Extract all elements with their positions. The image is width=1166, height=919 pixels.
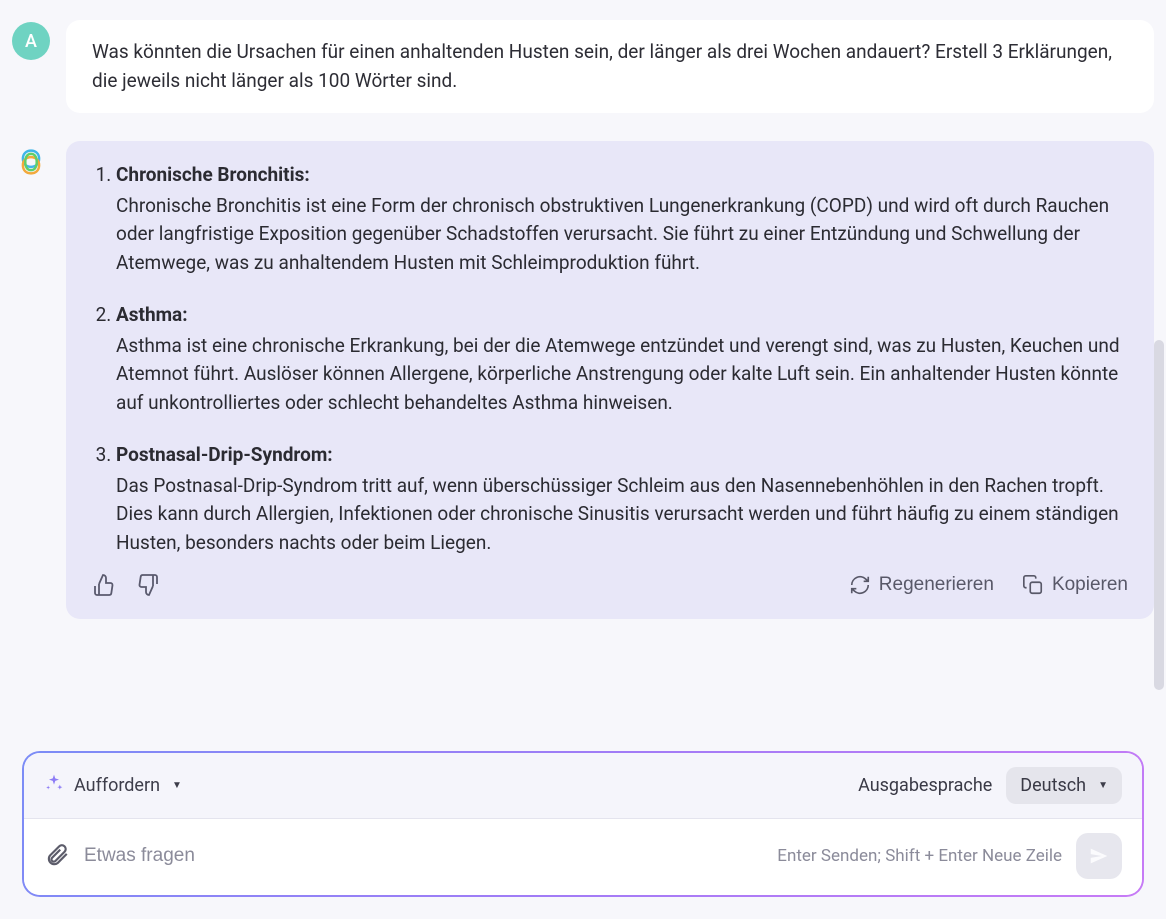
attach-button[interactable] <box>44 842 70 871</box>
answer-body: Chronische Bronchitis ist eine Form der … <box>116 192 1128 278</box>
answer-body: Das Postnasal-Drip-Syndrom tritt auf, we… <box>116 472 1128 558</box>
input-top-bar: Auffordern ▼ Ausgabesprache Deutsch ▼ <box>24 753 1142 819</box>
answer-item: Postnasal-Drip-Syndrom: Das Postnasal-Dr… <box>116 441 1128 557</box>
input-panel: Auffordern ▼ Ausgabesprache Deutsch ▼ En… <box>22 751 1144 897</box>
thumbs-down-button[interactable] <box>136 573 160 597</box>
assistant-message-row: Chronische Bronchitis: Chronische Bronch… <box>12 141 1154 619</box>
right-actions: Regenerieren Kopieren <box>849 574 1128 596</box>
user-message-row: A Was könnten die Ursachen für einen anh… <box>12 20 1154 113</box>
mode-selector[interactable]: Auffordern ▼ <box>44 773 182 798</box>
send-button[interactable] <box>1076 833 1122 879</box>
mode-label: Auffordern <box>74 775 160 796</box>
chevron-down-icon: ▼ <box>1098 780 1108 791</box>
paperclip-icon <box>44 842 70 868</box>
chevron-down-icon: ▼ <box>172 780 182 791</box>
answer-title: Postnasal-Drip-Syndrom: <box>116 443 333 466</box>
copy-label: Kopieren <box>1052 574 1128 596</box>
thumbs-up-button[interactable] <box>92 573 116 597</box>
chat-input[interactable] <box>84 845 763 867</box>
thumbs-down-icon <box>136 573 160 597</box>
regenerate-icon <box>849 574 871 596</box>
bot-logo-icon <box>18 149 44 175</box>
user-avatar: A <box>12 22 50 60</box>
assistant-action-row: Regenerieren Kopieren <box>92 573 1128 597</box>
input-hint: Enter Senden; Shift + Enter Neue Zeile <box>777 846 1062 866</box>
assistant-avatar <box>12 143 50 181</box>
answer-list: Chronische Bronchitis: Chronische Bronch… <box>92 161 1128 557</box>
answer-item: Chronische Bronchitis: Chronische Bronch… <box>116 161 1128 277</box>
output-language-select[interactable]: Deutsch ▼ <box>1006 767 1122 804</box>
send-icon <box>1088 845 1110 867</box>
answer-title: Asthma: <box>116 303 188 326</box>
copy-icon <box>1022 574 1044 596</box>
language-area: Ausgabesprache Deutsch ▼ <box>858 767 1122 804</box>
answer-body: Asthma ist eine chronische Erkrankung, b… <box>116 332 1128 418</box>
page-scrollbar[interactable] <box>1154 340 1164 690</box>
output-language-label: Ausgabesprache <box>858 775 992 796</box>
answer-item: Asthma: Asthma ist eine chronische Erkra… <box>116 301 1128 417</box>
output-language-value: Deutsch <box>1020 775 1086 796</box>
feedback-group <box>92 573 160 597</box>
input-bottom-bar: Enter Senden; Shift + Enter Neue Zeile <box>24 819 1142 895</box>
regenerate-label: Regenerieren <box>879 574 994 596</box>
answer-title: Chronische Bronchitis: <box>116 163 310 186</box>
copy-button[interactable]: Kopieren <box>1022 574 1128 596</box>
user-message-bubble: Was könnten die Ursachen für einen anhal… <box>66 20 1154 113</box>
assistant-message-bubble: Chronische Bronchitis: Chronische Bronch… <box>66 141 1154 619</box>
sparkle-icon <box>44 773 64 798</box>
regenerate-button[interactable]: Regenerieren <box>849 574 994 596</box>
thumbs-up-icon <box>92 573 116 597</box>
